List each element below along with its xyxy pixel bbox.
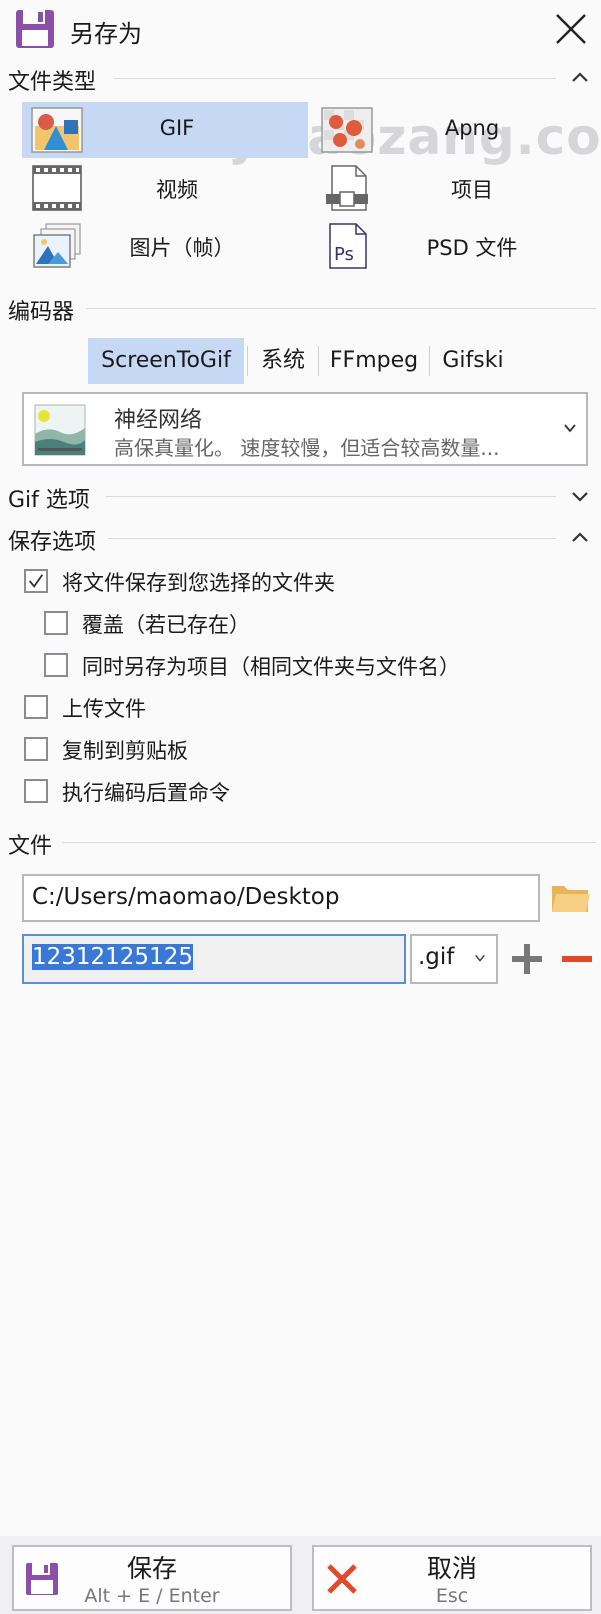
gif-options-section-label: Gif 选项 bbox=[8, 488, 90, 513]
checkbox-box[interactable] bbox=[24, 737, 48, 761]
chevron-down-icon bbox=[475, 954, 485, 962]
upload-file-checkbox[interactable]: 上传文件 bbox=[24, 691, 544, 725]
save-options-section-label: 保存选项 bbox=[8, 530, 97, 555]
chevron-down-icon bbox=[572, 492, 588, 502]
divider bbox=[106, 496, 556, 497]
folder-icon[interactable] bbox=[550, 880, 592, 916]
checkbox-box[interactable] bbox=[44, 611, 68, 635]
file-type-project[interactable]: 项目 bbox=[312, 160, 592, 216]
svg-text:Ps: Ps bbox=[334, 244, 354, 265]
divider bbox=[86, 308, 596, 309]
file-type-label: GIF bbox=[159, 116, 195, 140]
file-section-label: 文件 bbox=[8, 834, 53, 859]
add-icon[interactable] bbox=[510, 942, 544, 976]
filename-selected-text: 12312125125 bbox=[32, 944, 193, 970]
checkbox-label: 覆盖（若已存在） bbox=[82, 613, 250, 637]
file-type-label: PSD 文件 bbox=[426, 236, 518, 260]
checkmark-icon bbox=[29, 574, 44, 588]
save-as-project-checkbox[interactable]: 同时另存为项目（相同文件夹与文件名） bbox=[44, 649, 584, 683]
project-file-icon bbox=[326, 165, 368, 211]
cancel-button[interactable]: 取消 Esc bbox=[312, 1545, 592, 1611]
quantizer-dropdown[interactable]: 神经网络 高保真量化。 速度较慢，但适合较高数量... bbox=[22, 392, 588, 466]
divider bbox=[62, 842, 596, 843]
quantizer-description: 高保真量化。 速度较慢，但适合较高数量... bbox=[114, 436, 500, 460]
file-type-section-label: 文件类型 bbox=[8, 70, 97, 95]
tab-separator bbox=[318, 346, 319, 376]
file-type-label: 图片（帧） bbox=[129, 236, 235, 260]
quantizer-title: 神经网络 bbox=[114, 408, 203, 433]
encoder-tab-screentogif[interactable]: ScreenToGif bbox=[88, 338, 244, 384]
extension-select[interactable]: .gif bbox=[410, 934, 498, 984]
extension-value: .gif bbox=[418, 944, 455, 970]
video-film-icon bbox=[32, 165, 82, 211]
overwrite-checkbox[interactable]: 覆盖（若已存在） bbox=[44, 607, 564, 641]
encoder-tab-system[interactable]: 系统 bbox=[250, 338, 316, 384]
encoder-section-header: 编码器 bbox=[0, 292, 601, 326]
file-type-psd[interactable]: Ps PSD 文件 bbox=[312, 218, 592, 274]
image-frames-icon bbox=[33, 223, 81, 268]
gif-image-icon bbox=[31, 107, 83, 153]
divider bbox=[114, 78, 556, 79]
encoder-tab-gifski[interactable]: Gifski bbox=[434, 338, 512, 384]
checkbox-box[interactable] bbox=[24, 569, 48, 593]
checkbox-label: 同时另存为项目（相同文件夹与文件名） bbox=[82, 655, 460, 679]
save-to-folder-checkbox[interactable]: 将文件保存到您选择的文件夹 bbox=[24, 565, 544, 599]
file-type-video[interactable]: 视频 bbox=[22, 160, 308, 216]
divider bbox=[108, 538, 556, 539]
save-button[interactable]: 保存 Alt + E / Enter bbox=[12, 1545, 292, 1611]
cancel-button-label: 取消 bbox=[426, 1554, 477, 1583]
filename-input[interactable]: 12312125125 bbox=[22, 934, 406, 984]
close-icon[interactable] bbox=[554, 12, 588, 46]
floppy-disk-icon bbox=[16, 10, 54, 48]
psd-file-icon: Ps bbox=[329, 223, 367, 269]
chevron-down-icon bbox=[564, 424, 576, 433]
checkbox-label: 执行编码后置命令 bbox=[62, 781, 230, 805]
chevron-up-icon bbox=[572, 72, 588, 82]
apng-image-icon bbox=[321, 107, 373, 153]
checkbox-label: 复制到剪贴板 bbox=[62, 739, 188, 763]
checkbox-box[interactable] bbox=[24, 695, 48, 719]
landscape-image-icon bbox=[34, 404, 86, 456]
checkbox-box[interactable] bbox=[44, 653, 68, 677]
gif-options-section-header[interactable]: Gif 选项 bbox=[0, 480, 601, 514]
encoder-section-label: 编码器 bbox=[8, 300, 75, 325]
tab-separator bbox=[247, 346, 248, 376]
file-type-image-frames[interactable]: 图片（帧） bbox=[22, 218, 308, 274]
save-options-section-header[interactable]: 保存选项 bbox=[0, 522, 601, 556]
file-type-label: Apng bbox=[444, 116, 500, 140]
chevron-up-icon bbox=[572, 532, 588, 542]
post-encode-command-checkbox[interactable]: 执行编码后置命令 bbox=[24, 775, 544, 809]
file-type-section-header[interactable]: 文件类型 bbox=[0, 62, 601, 96]
tab-separator bbox=[429, 346, 430, 376]
save-button-label: 保存 bbox=[126, 1554, 177, 1583]
copy-to-clipboard-checkbox[interactable]: 复制到剪贴板 bbox=[24, 733, 544, 767]
cancel-button-shortcut: Esc bbox=[435, 1585, 469, 1607]
file-type-gif[interactable]: GIF bbox=[22, 102, 308, 158]
checkbox-label: 上传文件 bbox=[62, 697, 146, 721]
file-type-apng[interactable]: Apng bbox=[312, 102, 592, 158]
title-bar: 另存为 bbox=[0, 0, 601, 58]
file-section-header: 文件 bbox=[0, 826, 601, 860]
checkbox-box[interactable] bbox=[24, 779, 48, 803]
file-type-label: 项目 bbox=[451, 178, 493, 202]
folder-path-input[interactable]: C:/Users/maomao/Desktop bbox=[22, 874, 540, 922]
remove-icon[interactable] bbox=[560, 942, 594, 976]
checkbox-label: 将文件保存到您选择的文件夹 bbox=[62, 571, 335, 595]
window-title: 另存为 bbox=[70, 20, 142, 48]
save-button-shortcut: Alt + E / Enter bbox=[84, 1585, 220, 1607]
encoder-tab-ffmpeg[interactable]: FFmpeg bbox=[322, 338, 426, 384]
file-type-label: 视频 bbox=[156, 178, 198, 202]
